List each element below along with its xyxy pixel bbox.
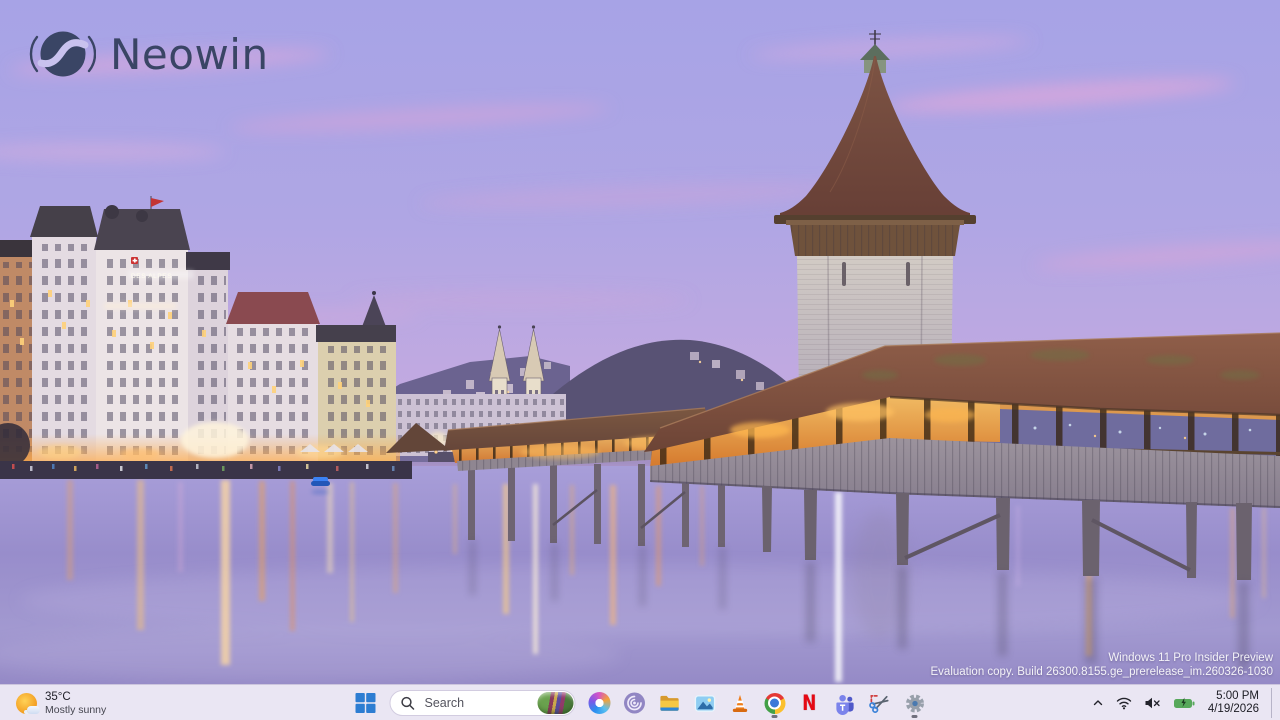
netflix-icon: N [802,693,816,714]
hotel-sign-text: DES ALPES [131,273,172,280]
neowin-logo-text: Neowin [110,30,269,79]
settings-gear-icon [903,692,926,715]
watermark-line1: Windows 11 Pro Insider Preview [931,651,1273,665]
taskbar-app-netflix[interactable]: N [795,687,825,719]
taskbar-app-file-explorer[interactable] [655,687,685,719]
chevron-up-icon [1092,697,1104,709]
chrome-icon [764,693,785,714]
search-input[interactable] [423,695,538,711]
battery-charging-icon [1173,696,1195,710]
taskbar-app-bittorrent[interactable] [620,687,650,719]
copilot-icon [589,692,611,714]
taskbar-app-vlc[interactable] [725,687,755,719]
neowin-logo: Neowin [28,22,269,86]
teams-icon [833,692,856,715]
wallpaper-image: DES ALPES [0,0,1280,684]
volume-muted-icon [1144,696,1161,710]
windows-logo-icon [354,691,378,715]
bing-daily-image-chip[interactable] [538,692,574,714]
clock[interactable]: 5:00 PM 4/19/2026 [1204,688,1263,719]
taskbar-app-snipping-tool[interactable] [865,687,895,719]
tray-volume-button[interactable] [1141,693,1164,713]
tray-chevron-button[interactable] [1089,694,1107,712]
wifi-icon [1116,696,1132,710]
tray-wifi-button[interactable] [1113,693,1135,713]
file-explorer-icon [658,692,681,715]
quay-crowd [0,461,412,479]
search-box[interactable] [390,690,576,716]
taskbar-app-chrome[interactable] [760,687,790,719]
desktop: DES ALPES [0,0,1280,720]
weather-widget[interactable]: 35°C Mostly sunny [10,689,112,718]
start-button[interactable] [351,687,381,719]
vlc-icon [728,692,751,715]
show-desktop-button[interactable] [1271,688,1276,718]
insider-watermark: Windows 11 Pro Insider Preview Evaluatio… [931,651,1273,679]
neowin-logo-icon [28,22,96,86]
taskbar-app-settings[interactable] [900,687,930,719]
tray-battery-button[interactable] [1170,693,1198,713]
taskbar-app-teams[interactable] [830,687,860,719]
search-icon [401,696,415,710]
weather-condition: Mostly sunny [45,704,106,716]
taskbar-app-photos[interactable] [690,687,720,719]
watermark-line2: Evaluation copy. Build 26300.8155.ge_pre… [931,665,1273,679]
weather-temperature: 35°C [45,691,106,704]
taskbar: 35°C Mostly sunny [0,684,1280,720]
photos-icon [693,692,716,715]
taskbar-app-copilot[interactable] [585,687,615,719]
bittorrent-icon [624,692,646,714]
mostly-sunny-icon [16,693,37,714]
boat [311,477,330,495]
tray-time: 5:00 PM [1208,690,1259,704]
snipping-tool-icon [868,692,891,715]
tray-date: 4/19/2026 [1208,703,1259,717]
